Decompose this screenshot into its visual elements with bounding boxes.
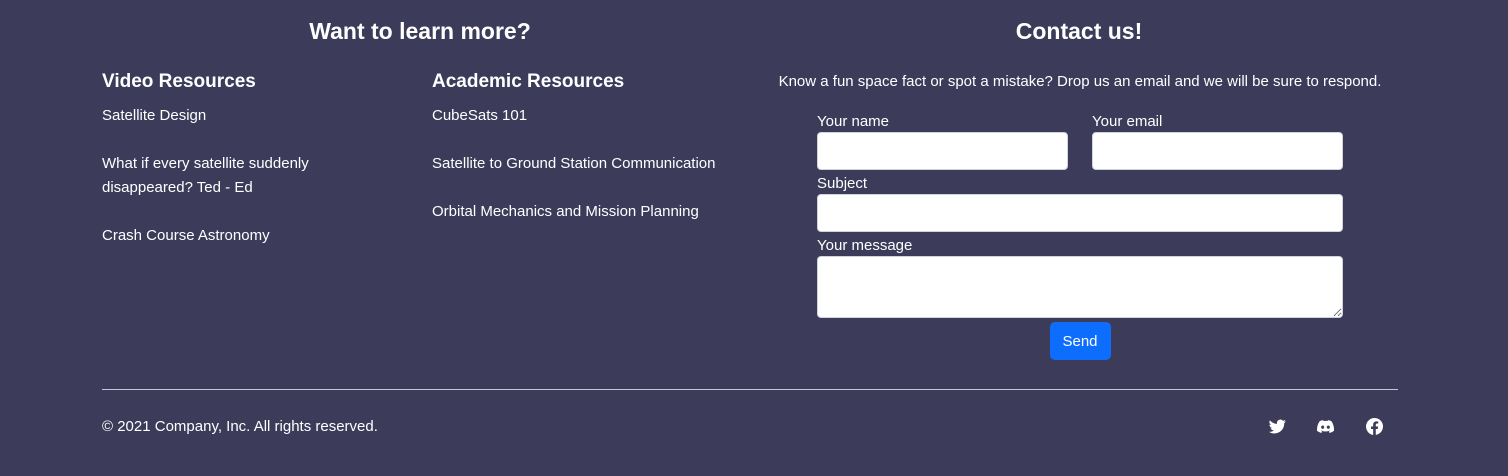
learn-more-title: Want to learn more?	[309, 18, 531, 44]
list-item: Orbital Mechanics and Mission Planning	[432, 200, 752, 224]
subject-label: Subject	[817, 175, 868, 192]
academic-link-ground-station[interactable]: Satellite to Ground Station Communicatio…	[432, 155, 715, 172]
list-item: Crash Course Astronomy	[102, 224, 402, 248]
footer-divider	[102, 389, 1398, 390]
list-item: CubeSats 101	[432, 104, 752, 128]
academic-resources-list: CubeSats 101 Satellite to Ground Station…	[432, 104, 752, 224]
contact-title: Contact us!	[1015, 18, 1143, 44]
message-textarea[interactable]	[817, 256, 1343, 318]
academic-link-orbital-mechanics[interactable]: Orbital Mechanics and Mission Planning	[432, 203, 699, 220]
email-label: Your email	[1092, 113, 1163, 130]
message-label: Your message	[817, 237, 913, 254]
facebook-icon[interactable]	[1364, 416, 1384, 436]
video-link-crash-course[interactable]: Crash Course Astronomy	[102, 227, 270, 244]
video-resources-heading: Video Resources	[102, 71, 256, 92]
video-resources-list: Satellite Design What if every satellite…	[102, 104, 402, 248]
copyright-text: © 2021 Company, Inc. All rights reserved…	[102, 418, 378, 435]
academic-resources-section: Academic Resources CubeSats 101 Satellit…	[432, 70, 752, 248]
name-input[interactable]	[817, 132, 1068, 170]
list-item: Satellite Design	[102, 104, 402, 128]
video-link-satellite-design[interactable]: Satellite Design	[102, 107, 206, 124]
discord-icon[interactable]	[1315, 416, 1335, 436]
list-item: Satellite to Ground Station Communicatio…	[432, 152, 752, 176]
academic-link-cubesats[interactable]: CubeSats 101	[432, 107, 527, 124]
video-resources-section: Video Resources Satellite Design What if…	[102, 70, 402, 272]
send-button[interactable]: Send	[1049, 322, 1111, 360]
academic-resources-heading: Academic Resources	[432, 71, 625, 92]
subject-input[interactable]	[817, 194, 1343, 232]
email-input[interactable]	[1092, 132, 1343, 170]
list-item: What if every satellite suddenly disappe…	[102, 152, 402, 200]
name-label: Your name	[817, 113, 889, 130]
video-link-satellites-disappeared[interactable]: What if every satellite suddenly disappe…	[102, 155, 309, 196]
contact-form: Your name Your email Subject Your messag…	[817, 112, 1343, 360]
twitter-icon[interactable]	[1267, 416, 1287, 436]
contact-lead-text: Know a fun space fact or spot a mistake?…	[778, 73, 1382, 90]
